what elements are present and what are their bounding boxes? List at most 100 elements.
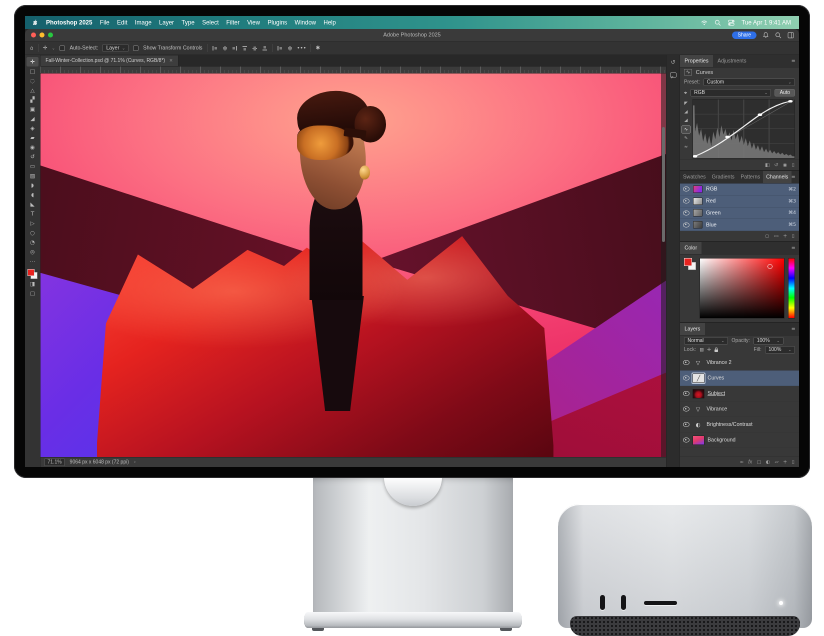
gray-point-eyedropper-icon[interactable]: ◢ bbox=[682, 117, 690, 124]
notifications-bell-icon[interactable] bbox=[763, 32, 770, 39]
black-point-eyedropper-icon[interactable]: ◢ bbox=[682, 109, 690, 116]
tool-brush[interactable]: ▰ bbox=[27, 133, 39, 143]
tab-swatches[interactable]: Swatches bbox=[680, 171, 709, 183]
horizontal-ruler[interactable] bbox=[41, 67, 667, 74]
panel-menu-icon[interactable]: ≡ bbox=[791, 58, 799, 64]
workspace-switcher-icon[interactable] bbox=[788, 32, 795, 39]
menu-item-layer[interactable]: Layer bbox=[159, 19, 174, 26]
apple-logo-icon[interactable] bbox=[33, 19, 39, 26]
quick-mask-icon[interactable]: ◨ bbox=[27, 279, 39, 289]
tool-hand[interactable]: ◔ bbox=[27, 238, 39, 248]
close-tab-icon[interactable]: ✕ bbox=[169, 58, 173, 63]
tool-eraser[interactable]: ▭ bbox=[27, 162, 39, 172]
close-window-button[interactable] bbox=[31, 33, 36, 38]
sample-point-icon[interactable]: ◤ bbox=[682, 100, 690, 107]
channels-menu-icon[interactable]: ≡ bbox=[791, 174, 799, 180]
clip-to-layer-icon[interactable]: ◧ bbox=[765, 162, 770, 168]
tool-healing-brush[interactable]: ◈ bbox=[27, 124, 39, 134]
color-swatches[interactable] bbox=[28, 269, 38, 279]
tab-layers[interactable]: Layers bbox=[680, 323, 705, 335]
tab-properties[interactable]: Properties bbox=[680, 55, 713, 67]
scrollbar-thumb[interactable] bbox=[662, 127, 665, 242]
tool-eyedropper[interactable]: ◢ bbox=[27, 114, 39, 124]
search-icon[interactable] bbox=[715, 19, 722, 26]
menu-item-file[interactable]: File bbox=[100, 19, 110, 26]
new-group-icon[interactable]: ▱ bbox=[775, 459, 779, 465]
tool-move[interactable]: ✛ bbox=[27, 57, 39, 67]
fill-dropdown[interactable]: 100%⌄ bbox=[765, 346, 795, 354]
visibility-eye-icon[interactable] bbox=[683, 199, 690, 204]
menu-item-edit[interactable]: Edit bbox=[117, 19, 127, 26]
menu-item-plugins[interactable]: Plugins bbox=[267, 19, 287, 26]
auto-button[interactable]: Auto bbox=[775, 89, 795, 97]
visibility-eye-icon[interactable] bbox=[683, 222, 690, 227]
saturation-brightness-picker[interactable] bbox=[700, 258, 785, 319]
comments-panel-icon[interactable] bbox=[669, 71, 678, 80]
delete-adjustment-icon[interactable]: ▯ bbox=[792, 162, 795, 168]
tool-type[interactable]: T bbox=[27, 209, 39, 219]
tool-path-selection[interactable]: ▷ bbox=[27, 219, 39, 229]
canvas[interactable] bbox=[41, 74, 667, 458]
menu-app-name[interactable]: Photoshop 2025 bbox=[46, 19, 92, 26]
tool-crop[interactable]: ▞ bbox=[27, 95, 39, 105]
foreground-color-swatch[interactable] bbox=[28, 269, 35, 276]
tool-shape[interactable]: ○ bbox=[27, 228, 39, 238]
visibility-eye-icon[interactable] bbox=[683, 376, 690, 381]
snap-options-icon[interactable]: ✱ bbox=[316, 45, 320, 51]
align-right-icon[interactable] bbox=[232, 45, 238, 51]
lock-all-icon[interactable] bbox=[715, 349, 719, 352]
opacity-dropdown[interactable]: 100%⌄ bbox=[753, 337, 783, 345]
tool-frame[interactable]: ▣ bbox=[27, 105, 39, 115]
visibility-eye-icon[interactable] bbox=[683, 438, 690, 443]
visibility-eye-icon[interactable] bbox=[683, 187, 690, 192]
curves-editor[interactable] bbox=[693, 99, 795, 159]
screen-mode-icon[interactable]: ▢ bbox=[27, 289, 39, 299]
lock-position-icon[interactable]: ✛ bbox=[707, 347, 711, 352]
menu-clock[interactable]: Tue Apr 1 9:41 AM bbox=[742, 19, 791, 26]
zoom-window-button[interactable] bbox=[48, 33, 53, 38]
visibility-eye-icon[interactable] bbox=[683, 422, 690, 427]
link-layers-icon[interactable]: ∞ bbox=[740, 459, 744, 465]
lock-transparent-icon[interactable]: ▨ bbox=[699, 347, 703, 352]
layer-row-vibrance-2[interactable]: ▽ Vibrance 2 bbox=[680, 355, 799, 371]
menu-item-select[interactable]: Select bbox=[202, 19, 219, 26]
add-layer-mask-icon[interactable]: ▢ bbox=[757, 459, 762, 465]
align-top-icon[interactable] bbox=[242, 45, 248, 51]
edit-points-icon[interactable]: ∿ bbox=[682, 126, 691, 134]
visibility-eye-icon[interactable] bbox=[683, 407, 690, 412]
edit-toolbar-icon[interactable]: ⋯ bbox=[27, 257, 39, 267]
status-chevron-icon[interactable]: › bbox=[134, 460, 136, 466]
reset-adjustment-icon[interactable]: ↺ bbox=[774, 162, 778, 168]
layer-row-vibrance[interactable]: ▽ Vibrance bbox=[680, 402, 799, 418]
smooth-curve-icon[interactable]: ≈ bbox=[682, 144, 690, 151]
move-tool-options-icon[interactable]: ✛ bbox=[43, 45, 47, 51]
more-options-icon[interactable]: ••• bbox=[297, 45, 306, 51]
blend-mode-dropdown[interactable]: Normal⌄ bbox=[684, 337, 728, 345]
show-transform-checkbox[interactable] bbox=[133, 45, 139, 51]
visibility-eye-icon[interactable] bbox=[683, 391, 690, 396]
visibility-eye-icon[interactable] bbox=[683, 360, 690, 365]
channel-dropdown[interactable]: RGB⌄ bbox=[691, 89, 772, 97]
load-channel-selection-icon[interactable]: ○ bbox=[765, 233, 769, 239]
align-middle-icon[interactable] bbox=[252, 45, 258, 51]
layer-row-brightness-contrast[interactable]: ◐ Brightness/Contrast bbox=[680, 417, 799, 433]
layer-effects-icon[interactable]: fx bbox=[748, 459, 752, 465]
auto-select-target-dropdown[interactable]: Layer⌄ bbox=[103, 44, 129, 52]
minimize-window-button[interactable] bbox=[40, 33, 45, 38]
tool-zoom[interactable]: ◎ bbox=[27, 247, 39, 257]
channel-row-red[interactable]: Red ⌘3 bbox=[680, 195, 799, 207]
document-tab[interactable]: Fall-Winter-Collection.psd @ 71.1% (Curv… bbox=[41, 56, 179, 67]
draw-curve-pencil-icon[interactable]: ✎ bbox=[682, 135, 690, 142]
tool-marquee[interactable]: □ bbox=[27, 67, 39, 77]
control-center-icon[interactable] bbox=[728, 19, 735, 26]
tab-patterns[interactable]: Patterns bbox=[738, 171, 764, 183]
auto-select-checkbox[interactable] bbox=[60, 45, 66, 51]
tool-gradient[interactable]: ▨ bbox=[27, 171, 39, 181]
menu-item-filter[interactable]: Filter bbox=[226, 19, 239, 26]
menu-item-type[interactable]: Type bbox=[182, 19, 195, 26]
app-search-icon[interactable] bbox=[775, 32, 782, 39]
align-center-icon[interactable] bbox=[222, 45, 228, 51]
tool-blur[interactable]: ◗ bbox=[27, 181, 39, 191]
share-button[interactable]: Share bbox=[732, 31, 756, 39]
save-selection-icon[interactable]: ▭ bbox=[774, 233, 779, 239]
